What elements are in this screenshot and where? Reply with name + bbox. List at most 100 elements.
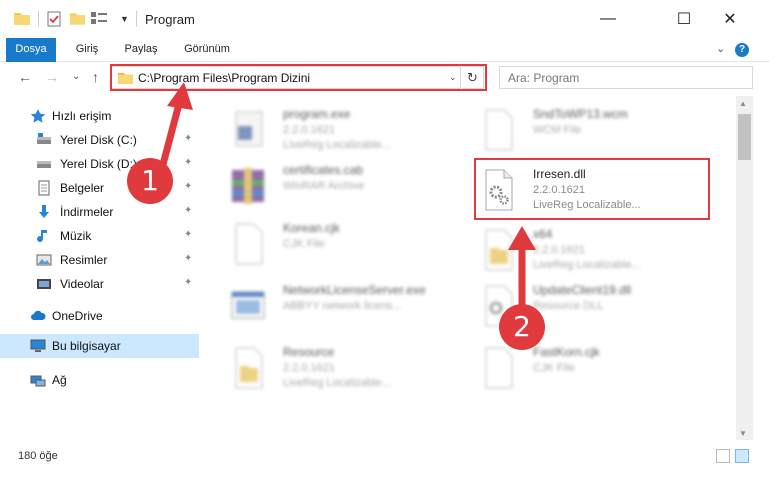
sidebar-item-videos[interactable]: Videolar ✦	[0, 272, 199, 296]
cloud-icon	[31, 310, 46, 320]
drive-icon	[37, 133, 51, 144]
file-name: UpdateClient19.dll	[533, 283, 632, 297]
blank-file-icon	[235, 223, 263, 265]
list-item[interactable]: certificates.cab WinRAR Archive	[208, 156, 458, 212]
sidebar-item-this-pc[interactable]: Bu bilgisayar	[0, 334, 199, 358]
search-placeholder: Ara: Program	[508, 71, 580, 85]
pin-icon: ✦	[184, 229, 193, 240]
file-name: program.exe	[283, 107, 351, 121]
sidebar-item-quick-access[interactable]: Hızlı erişim	[0, 104, 199, 128]
list-item[interactable]: FastKorn.cjk CJK File	[458, 338, 708, 394]
details-view-button[interactable]	[716, 449, 730, 463]
address-highlight-box	[110, 64, 487, 91]
blank-file-icon	[485, 347, 513, 389]
sidebar-item-label: Hızlı erişim	[52, 109, 112, 123]
pin-icon: ✦	[184, 205, 193, 216]
sidebar-item-onedrive[interactable]: OneDrive	[0, 304, 199, 328]
network-icon	[30, 375, 46, 387]
sidebar-item-downloads[interactable]: İndirmeler ✦	[0, 200, 199, 224]
list-item[interactable]: NetworkLicenseServer.exe ABBYY network l…	[208, 276, 458, 332]
window-title: Program	[145, 12, 195, 27]
file-detail: 2.2.0.1621	[533, 244, 585, 256]
archive-icon	[232, 168, 264, 204]
pictures-icon	[36, 254, 52, 266]
file-name: x64	[533, 227, 553, 241]
minimize-button[interactable]: —	[585, 0, 631, 38]
folder-icon	[14, 13, 30, 25]
list-item[interactable]: program.exe 2.2.0.1621 LiveReg Localizab…	[208, 100, 458, 156]
scroll-down-icon[interactable]: ▼	[739, 429, 747, 438]
scroll-thumb[interactable]	[738, 114, 751, 160]
file-highlight-box	[474, 158, 710, 220]
tab-share[interactable]: Paylaş	[116, 38, 166, 62]
sidebar-item-label: Resimler	[60, 253, 108, 267]
list-item[interactable]: SndToWP13.wcm WCM File	[458, 100, 708, 156]
navigation-pane: Hızlı erişim Yerel Disk (C:) ✦ Yerel Dis…	[0, 98, 200, 440]
sidebar-item-label: Yerel Disk (D:)	[60, 157, 137, 171]
tab-view[interactable]: Görünüm	[176, 38, 238, 62]
sidebar-item-pictures[interactable]: Resimler ✦	[0, 248, 199, 272]
separator	[136, 11, 137, 27]
sidebar-item-music[interactable]: Müzik ✦	[0, 224, 199, 248]
videos-icon	[37, 279, 51, 289]
list-item[interactable]: Resource 2.2.0.1621 LiveReg Localizable.…	[208, 338, 458, 394]
file-name: Resource	[283, 345, 335, 359]
large-icons-view-button[interactable]	[735, 449, 749, 463]
app-window-icon	[231, 291, 265, 319]
file-detail: WCM File	[533, 124, 582, 136]
help-icon[interactable]: ?	[735, 43, 749, 57]
vertical-scrollbar[interactable]: ▲ ▼	[736, 96, 753, 440]
up-button[interactable]: ↑	[92, 69, 99, 85]
tab-file[interactable]: Dosya	[6, 38, 56, 62]
list-item[interactable]: x64 2.2.0.1621 LiveReg Localizable...	[458, 220, 708, 276]
exe-icon	[235, 111, 263, 147]
sidebar-item-drive-c[interactable]: Yerel Disk (C:) ✦	[0, 128, 199, 152]
file-detail: Resource DLL	[533, 300, 604, 312]
file-name: certificates.cab	[283, 163, 364, 177]
sidebar-item-label: Yerel Disk (C:)	[60, 133, 137, 147]
file-detail: LiveReg Localizable...	[283, 139, 391, 151]
sidebar-item-network[interactable]: Ağ	[0, 368, 199, 392]
sidebar-item-label: İndirmeler	[60, 205, 114, 219]
file-detail: ABBYY network licens...	[283, 300, 402, 312]
file-detail: CJK File	[533, 362, 575, 374]
file-detail: 2.2.0.1621	[283, 124, 335, 136]
folder-file-icon	[235, 347, 263, 389]
expand-ribbon-icon[interactable]: ⌄	[716, 42, 725, 55]
file-name: Korean.cjk	[283, 221, 340, 235]
ribbon-tabs: Dosya Giriş Paylaş Görünüm ⌄ ?	[0, 38, 769, 62]
close-button[interactable]: ✕	[707, 0, 753, 38]
status-bar: 180 öğe	[0, 446, 769, 468]
pin-icon: ✦	[184, 157, 193, 168]
list-item[interactable]: Korean.cjk CJK File	[208, 214, 458, 270]
star-icon	[30, 109, 46, 123]
recent-locations-button[interactable]: ⌄	[72, 71, 80, 82]
file-detail: CJK File	[283, 238, 325, 250]
file-name: NetworkLicenseServer.exe	[283, 283, 426, 297]
sidebar-item-label: Ağ	[52, 373, 67, 387]
sidebar-item-label: Belgeler	[60, 181, 105, 195]
tab-home[interactable]: Giriş	[64, 38, 110, 62]
properties-check-icon[interactable]	[47, 11, 61, 27]
callout-badge-one: 1	[127, 158, 173, 204]
file-detail: LiveReg Localizable...	[533, 259, 641, 271]
scroll-up-icon[interactable]: ▲	[739, 99, 747, 108]
view-details-icon[interactable]	[91, 12, 107, 25]
drive-icon	[37, 161, 51, 168]
list-item[interactable]: UpdateClient19.dll Resource DLL	[458, 276, 708, 332]
file-detail: 2.2.0.1621	[283, 362, 335, 374]
separator	[38, 11, 39, 27]
documents-icon	[38, 180, 50, 196]
sidebar-item-label: OneDrive	[52, 309, 103, 323]
sidebar-item-label: Videolar	[60, 277, 104, 291]
maximize-button[interactable]: ☐	[661, 0, 707, 38]
download-icon	[39, 205, 49, 218]
new-folder-icon[interactable]	[70, 11, 85, 25]
customize-toolbar-icon[interactable]: ▼	[120, 14, 129, 24]
sidebar-item-label: Bu bilgisayar	[52, 339, 121, 353]
search-input[interactable]: Ara: Program	[499, 66, 753, 89]
pin-icon: ✦	[184, 253, 193, 264]
forward-button[interactable]: →	[45, 69, 59, 85]
back-button[interactable]: ←	[18, 69, 32, 85]
file-name: SndToWP13.wcm	[533, 107, 628, 121]
